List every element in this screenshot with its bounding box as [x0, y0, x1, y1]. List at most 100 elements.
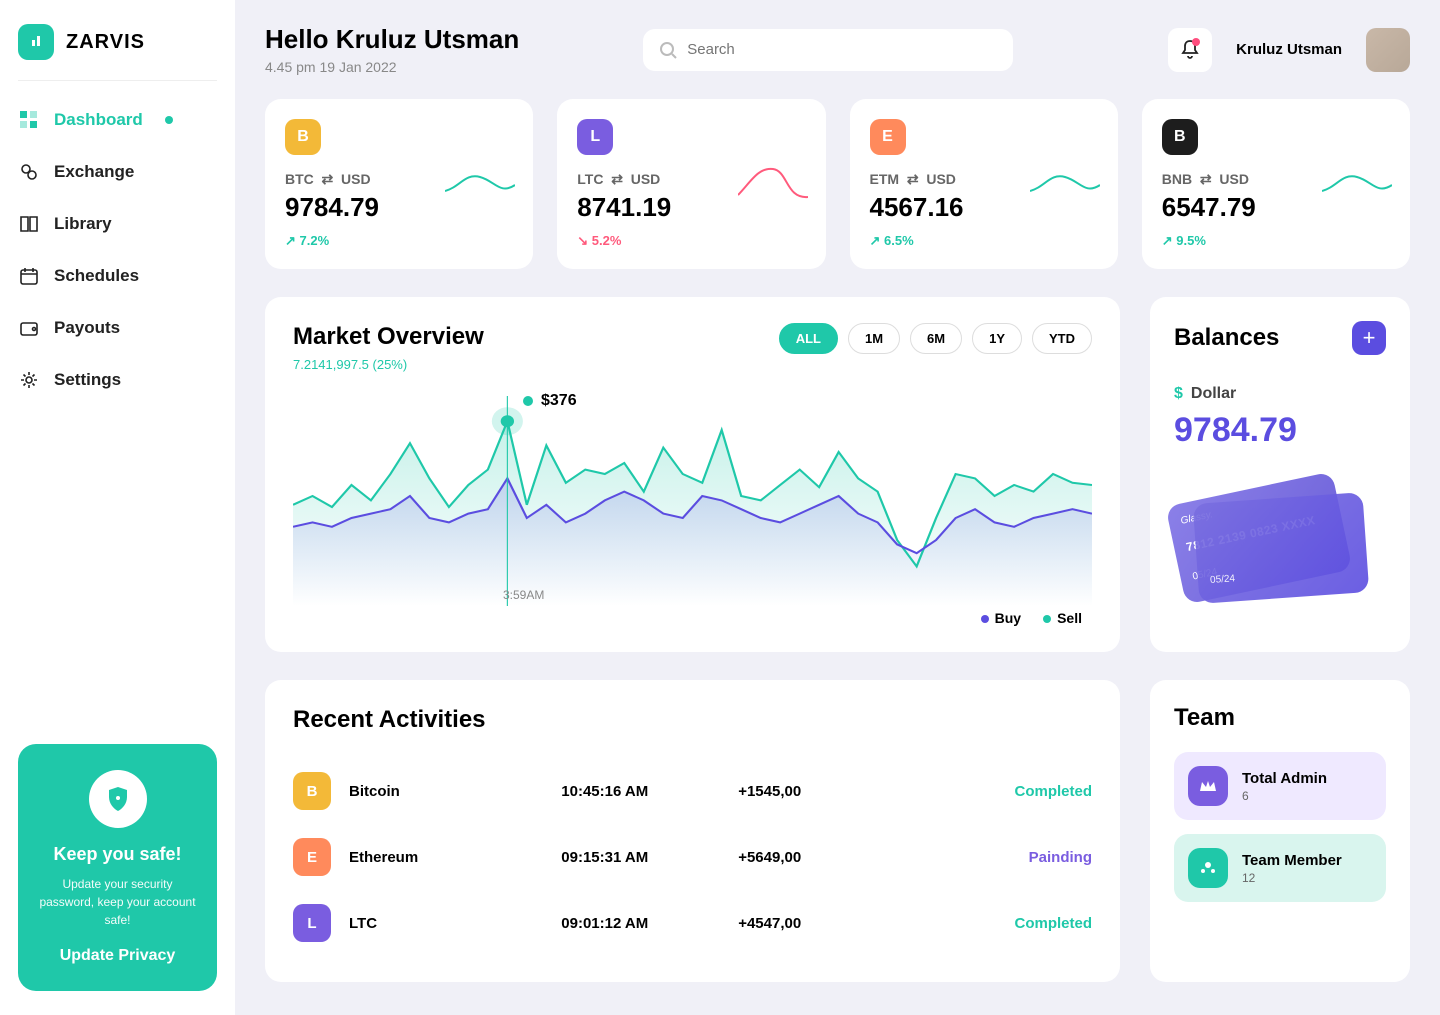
- sidebar-item-payouts[interactable]: Payouts: [18, 317, 217, 339]
- topbar: Hello Kruluz Utsman 4.45 pm 19 Jan 2022 …: [265, 24, 1410, 75]
- range-btn-all[interactable]: ALL: [779, 323, 838, 354]
- activity-amount: +5649,00: [738, 849, 915, 866]
- search-icon: [659, 41, 677, 59]
- activity-coin-icon: L: [293, 904, 331, 942]
- sidebar-item-label: Dashboard: [54, 110, 143, 130]
- activity-status: Completed: [915, 783, 1092, 800]
- activity-coin-icon: B: [293, 772, 331, 810]
- team-panel: Team Total Admin 6 Team Member 12: [1150, 680, 1410, 982]
- crown-icon: [1188, 766, 1228, 806]
- add-balance-button[interactable]: +: [1352, 321, 1386, 355]
- main-content: Hello Kruluz Utsman 4.45 pm 19 Jan 2022 …: [235, 0, 1440, 1015]
- calendar-icon: [18, 265, 40, 287]
- sidebar-item-library[interactable]: Library: [18, 213, 217, 235]
- tooltip-value: $376: [541, 392, 577, 410]
- sparkline-icon: [738, 163, 808, 203]
- team-title: Team: [1174, 704, 1386, 732]
- range-btn-1m[interactable]: 1M: [848, 323, 900, 354]
- crypto-change: ↗ 6.5%: [870, 233, 1098, 249]
- market-chart[interactable]: $376 3:59AM Buy Sell: [293, 386, 1092, 626]
- activity-time: 09:01:12 AM: [561, 915, 738, 932]
- sidebar: ZARVIS Dashboard Exchange Library Schedu…: [0, 0, 235, 1015]
- bnb-icon: B: [1162, 119, 1198, 155]
- activity-name: Bitcoin: [349, 783, 561, 800]
- activity-amount: +1545,00: [738, 783, 915, 800]
- team-count: 6: [1242, 789, 1327, 803]
- etm-icon: E: [870, 119, 906, 155]
- group-icon: [1188, 848, 1228, 888]
- balance-value: 9784.79: [1174, 411, 1386, 450]
- username-label: Kruluz Utsman: [1236, 41, 1342, 58]
- sidebar-item-dashboard[interactable]: Dashboard: [18, 109, 217, 131]
- sidebar-item-label: Payouts: [54, 318, 120, 338]
- balances-panel: Balances + $ Dollar 9784.79 Glassy. 7812…: [1150, 297, 1410, 652]
- update-privacy-button[interactable]: Update Privacy: [36, 947, 199, 965]
- gear-icon: [18, 369, 40, 391]
- sparkline-icon: [1322, 163, 1392, 203]
- activity-amount: +4547,00: [738, 915, 915, 932]
- crypto-change: ↗ 7.2%: [285, 233, 513, 249]
- dashboard-icon: [18, 109, 40, 131]
- search-box[interactable]: [643, 29, 1013, 71]
- credit-card-back: 05/24: [1193, 492, 1370, 604]
- brand-logo-icon: [18, 24, 54, 60]
- range-btn-ytd[interactable]: YTD: [1032, 323, 1092, 354]
- btc-icon: B: [285, 119, 321, 155]
- notification-badge: [1192, 38, 1200, 46]
- balance-currency: $ Dollar: [1174, 385, 1386, 403]
- avatar[interactable]: [1366, 28, 1410, 72]
- library-icon: [18, 213, 40, 235]
- sidebar-item-label: Exchange: [54, 162, 134, 182]
- security-card: Keep you safe! Update your security pass…: [18, 744, 217, 991]
- security-title: Keep you safe!: [36, 844, 199, 865]
- range-selector: ALL 1M 6M 1Y YTD: [779, 323, 1092, 354]
- search-input[interactable]: [687, 41, 997, 58]
- team-item[interactable]: Total Admin 6: [1174, 752, 1386, 820]
- activity-row[interactable]: E Ethereum 09:15:31 AM +5649,00 Painding: [293, 824, 1092, 890]
- activity-row[interactable]: L LTC 09:01:12 AM +4547,00 Completed: [293, 890, 1092, 956]
- sidebar-item-schedules[interactable]: Schedules: [18, 265, 217, 287]
- brand: ZARVIS: [18, 24, 217, 81]
- active-indicator-dot: [165, 116, 173, 124]
- activity-time: 09:15:31 AM: [561, 849, 738, 866]
- balances-title: Balances: [1174, 324, 1279, 352]
- ltc-icon: L: [577, 119, 613, 155]
- exchange-icon: [18, 161, 40, 183]
- team-label: Team Member: [1242, 852, 1342, 869]
- chart-tooltip-time: 3:59AM: [503, 588, 544, 602]
- range-btn-6m[interactable]: 6M: [910, 323, 962, 354]
- activity-status: Painding: [915, 849, 1092, 866]
- sidebar-nav: Dashboard Exchange Library Schedules Pay…: [18, 109, 217, 391]
- chart-legend: Buy Sell: [981, 610, 1082, 626]
- crypto-card-etm[interactable]: E ETM ⇄ USD 4567.16 ↗ 6.5%: [850, 99, 1118, 269]
- team-count: 12: [1242, 871, 1342, 885]
- sidebar-item-label: Library: [54, 214, 112, 234]
- crypto-change: ↘ 5.2%: [577, 233, 805, 249]
- crypto-cards-row: B BTC ⇄ USD 9784.79 ↗ 7.2% L LTC ⇄ USD 8…: [265, 99, 1410, 269]
- tooltip-dot-icon: [523, 396, 533, 406]
- chart-tooltip: $376: [523, 392, 577, 410]
- market-title: Market Overview: [293, 323, 484, 351]
- crypto-change: ↗ 9.5%: [1162, 233, 1390, 249]
- legend-buy: Buy: [981, 610, 1021, 626]
- recent-activities-panel: Recent Activities B Bitcoin 10:45:16 AM …: [265, 680, 1120, 982]
- recent-title: Recent Activities: [293, 706, 1092, 734]
- activity-row[interactable]: B Bitcoin 10:45:16 AM +1545,00 Completed: [293, 758, 1092, 824]
- sidebar-item-label: Settings: [54, 370, 121, 390]
- sidebar-item-settings[interactable]: Settings: [18, 369, 217, 391]
- dollar-icon: $: [1174, 385, 1183, 403]
- security-subtitle: Update your security password, keep your…: [36, 875, 199, 929]
- sparkline-icon: [445, 163, 515, 203]
- range-btn-1y[interactable]: 1Y: [972, 323, 1022, 354]
- activity-coin-icon: E: [293, 838, 331, 876]
- crypto-card-btc[interactable]: B BTC ⇄ USD 9784.79 ↗ 7.2%: [265, 99, 533, 269]
- notifications-button[interactable]: [1168, 28, 1212, 72]
- sidebar-item-label: Schedules: [54, 266, 139, 286]
- crypto-card-ltc[interactable]: L LTC ⇄ USD 8741.19 ↘ 5.2%: [557, 99, 825, 269]
- activity-name: LTC: [349, 915, 561, 932]
- crypto-card-bnb[interactable]: B BNB ⇄ USD 6547.79 ↗ 9.5%: [1142, 99, 1410, 269]
- team-item[interactable]: Team Member 12: [1174, 834, 1386, 902]
- sidebar-item-exchange[interactable]: Exchange: [18, 161, 217, 183]
- activity-status: Completed: [915, 915, 1092, 932]
- market-subtitle: 7.2141,997.5 (25%): [293, 357, 484, 372]
